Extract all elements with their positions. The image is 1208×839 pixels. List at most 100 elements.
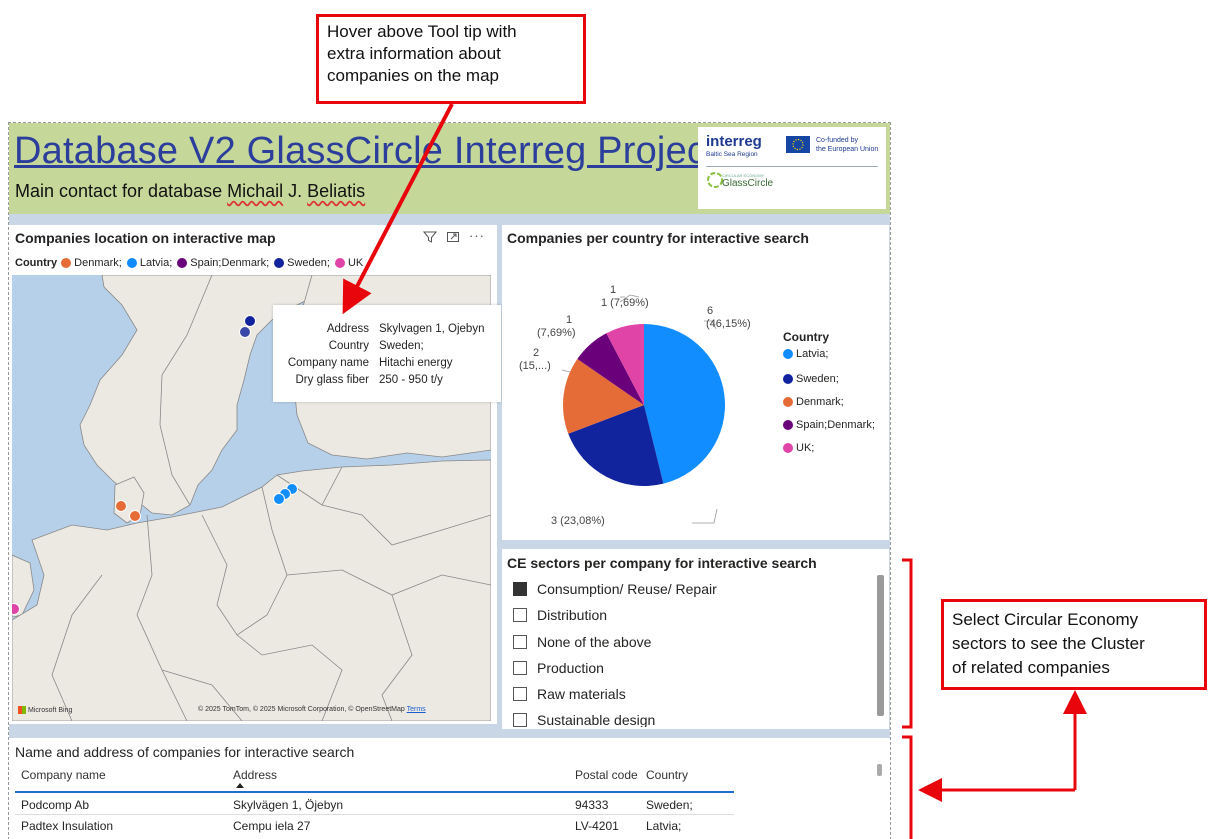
- slicer-item-label: Production: [537, 660, 604, 676]
- slicer-item-none[interactable]: None of the above: [513, 634, 651, 650]
- legend-dot-icon: [334, 258, 345, 268]
- checkbox-icon[interactable]: [513, 608, 527, 622]
- map-legend-item[interactable]: Spain;Denmark;: [190, 257, 269, 269]
- legend-dot-icon: [783, 420, 793, 430]
- checkbox-icon[interactable]: [513, 661, 527, 675]
- pie-legend-label: Spain;Denmark;: [796, 419, 875, 431]
- slicer-item-label: Sustainable design: [537, 712, 656, 727]
- legend-dot-icon: [783, 397, 793, 407]
- table-header-divider: [15, 791, 734, 793]
- pie-legend-item[interactable]: UK;: [783, 442, 814, 454]
- slicer-item-consumption[interactable]: Consumption/ Reuse/ Repair: [513, 581, 717, 597]
- cell-address: Skylvägen 1, Öjebyn: [233, 798, 344, 812]
- eu-flag-icon: [786, 136, 810, 153]
- pie-legend-label: Latvia;: [796, 348, 829, 360]
- tooltip-key: Country: [328, 340, 369, 352]
- map-point-denmark[interactable]: [115, 500, 127, 512]
- slicer-item-sustainable-design[interactable]: Sustainable design: [513, 712, 655, 727]
- pie-label-spain: (7,69%): [537, 327, 576, 339]
- pie-label-latvia: (46,15%): [706, 318, 751, 330]
- checkbox-icon[interactable]: [513, 687, 527, 701]
- map-legend-item[interactable]: UK: [348, 257, 363, 269]
- annotation-callout-sectors: Select Circular Economy sectors to see t…: [941, 599, 1207, 690]
- slicer-item-label: Distribution: [537, 607, 608, 623]
- legend-dot-icon: [783, 443, 793, 453]
- interreg-logo: interreg Baltic Sea Region Co-funded by …: [698, 127, 886, 209]
- logo-cofund-line: Co-funded by: [816, 137, 859, 144]
- more-options-icon[interactable]: ···: [469, 228, 485, 243]
- annotation-callout-tooltip: Hover above Tool tip with extra informat…: [316, 14, 586, 104]
- cell-address: Cempu iela 27: [233, 819, 311, 833]
- subtitle-prefix: Main contact for database: [15, 181, 228, 201]
- column-header-postal[interactable]: Postal code: [575, 768, 638, 782]
- legend-dot-icon: [61, 258, 72, 268]
- pie-legend-item[interactable]: Denmark;: [783, 396, 844, 408]
- filter-icon[interactable]: [422, 230, 438, 244]
- pie-legend-title: Country: [783, 330, 829, 344]
- logo-cofund-line: the European Union: [816, 146, 879, 153]
- contact-last-name: Beliatis: [307, 181, 366, 201]
- slicer-item-label: Consumption/ Reuse/ Repair: [537, 581, 717, 597]
- bing-label: Microsoft Bing: [28, 706, 73, 714]
- column-header-country[interactable]: Country: [646, 768, 688, 782]
- cell-company: Padtex Insulation: [21, 819, 114, 833]
- map-point-sweden[interactable]: [239, 326, 251, 338]
- pie-label-uk: 1: [610, 284, 617, 296]
- map-attribution: © 2025 TomTom, © 2025 Microsoft Corporat…: [198, 706, 426, 713]
- map-point-denmark[interactable]: [129, 510, 141, 522]
- page-subtitle: Main contact for database Michail J. Bel…: [15, 181, 365, 202]
- table-row[interactable]: [15, 815, 734, 835]
- slicer-title: CE sectors per company for interactive s…: [507, 555, 817, 571]
- legend-dot-icon: [126, 258, 137, 268]
- focus-mode-icon[interactable]: [446, 230, 460, 244]
- contact-first-name: Michail: [227, 181, 284, 201]
- checkbox-checked-icon[interactable]: [513, 582, 527, 596]
- subtitle-mid: J.: [283, 181, 308, 201]
- map-tooltip: Address Skylvagen 1, Ojebyn Country Swed…: [273, 305, 501, 402]
- column-header-company[interactable]: Company name: [21, 768, 106, 782]
- pie-legend-item[interactable]: Spain;Denmark;: [783, 419, 875, 431]
- column-header-address[interactable]: Address: [233, 768, 277, 782]
- map-point-latvia[interactable]: [273, 493, 285, 505]
- map-legend-item[interactable]: Denmark;: [74, 257, 122, 269]
- callout-line: of related companies: [952, 658, 1110, 677]
- slicer-item-label: None of the above: [537, 634, 652, 650]
- tooltip-value: Sweden;: [379, 340, 424, 352]
- table-scrollbar[interactable]: [877, 764, 882, 776]
- slicer-item-distribution[interactable]: Distribution: [513, 607, 607, 623]
- callout-line: companies on the map: [327, 66, 499, 85]
- map-legend-item[interactable]: Sweden;: [287, 257, 330, 269]
- map-legend-item[interactable]: Latvia;: [140, 257, 172, 269]
- legend-dot-icon: [783, 349, 793, 359]
- table-title: Name and address of companies for intera…: [15, 744, 355, 760]
- slicer-item-raw-materials[interactable]: Raw materials: [513, 686, 626, 702]
- bing-logo: Microsoft Bing: [18, 706, 72, 714]
- attribution-text: © 2025 TomTom, © 2025 Microsoft Corporat…: [198, 706, 405, 713]
- map-legend: Country Denmark; Latvia; Spain;Denmark; …: [15, 257, 363, 269]
- checkbox-icon[interactable]: [513, 712, 527, 727]
- logo-region: Baltic Sea Region: [706, 151, 758, 158]
- tooltip-value: Skylvagen 1, Ojebyn: [379, 323, 485, 335]
- pie-label-uk: 1 (7,69%): [601, 297, 649, 309]
- pie-label-latvia: 6: [707, 305, 714, 317]
- slicer-scrollbar[interactable]: [877, 575, 884, 716]
- callout-line: sectors to see the Cluster: [952, 634, 1145, 653]
- pie-legend-label: Denmark;: [796, 396, 844, 408]
- cell-company: Podcomp Ab: [21, 798, 90, 812]
- checkbox-icon[interactable]: [513, 635, 527, 649]
- map-legend-title: Country: [15, 257, 58, 269]
- table-row[interactable]: [15, 794, 734, 815]
- pie-label-denmark: 2: [533, 347, 540, 359]
- microsoft-logo-icon: [18, 706, 26, 714]
- slicer-item-production[interactable]: Production: [513, 660, 604, 676]
- logo-project: GlassCircle: [722, 178, 774, 189]
- pie-legend-item[interactable]: Latvia;: [783, 348, 828, 360]
- cell-country: Latvia;: [646, 819, 682, 833]
- sort-ascending-icon[interactable]: [236, 783, 244, 788]
- tooltip-key: Company name: [287, 357, 369, 369]
- pie-legend-item[interactable]: Sweden;: [783, 373, 839, 385]
- legend-dot-icon: [274, 258, 285, 268]
- terms-link[interactable]: Terms: [407, 706, 426, 713]
- pie-label-sweden: 3 (23,08%): [551, 515, 605, 527]
- pie-label-denmark: (15,...): [519, 360, 551, 372]
